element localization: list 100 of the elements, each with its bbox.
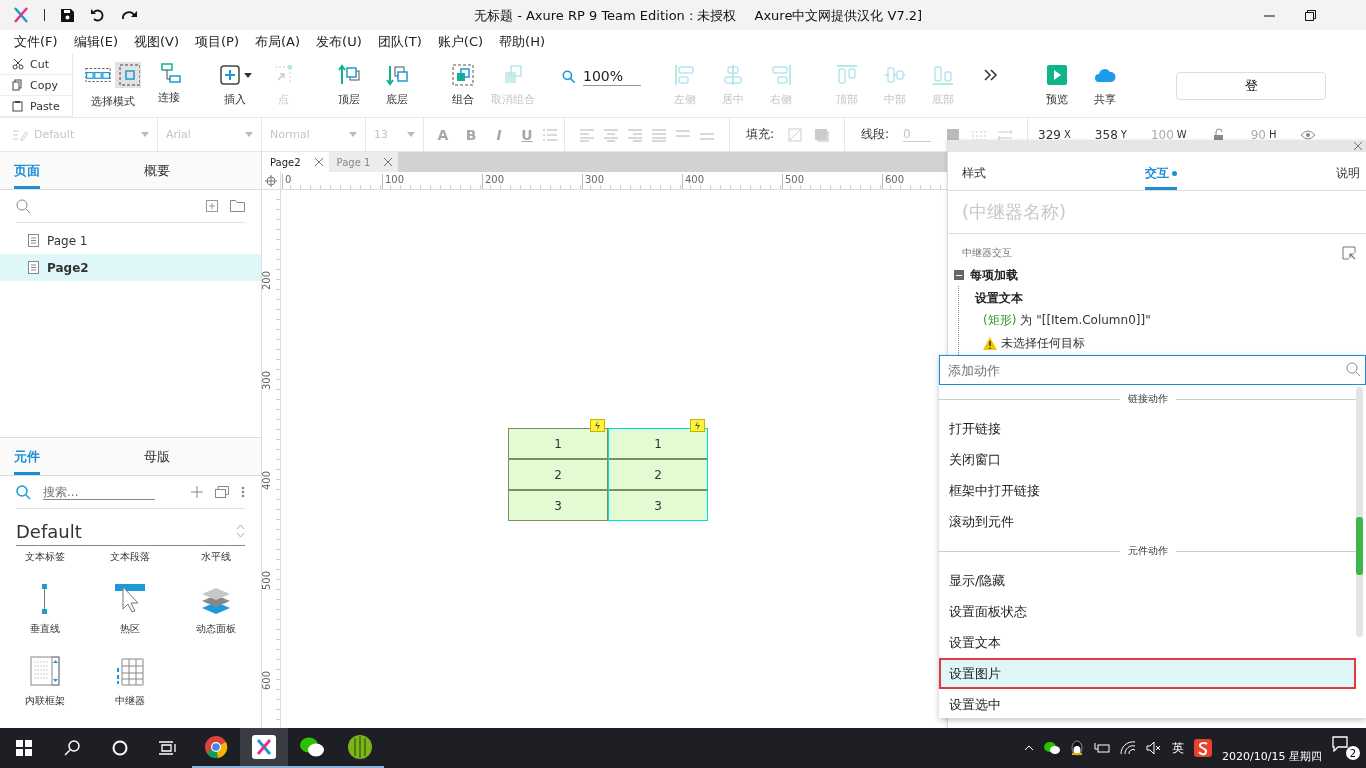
menu-item[interactable]: 发布(U) [308,33,370,51]
scrollbar-thumb[interactable] [1356,517,1363,575]
coordinate-label: H [1268,129,1277,140]
widget-item[interactable]: 文本标签 [2,546,88,570]
login-button[interactable]: 登 [1176,71,1326,100]
close-icon[interactable] [384,158,393,166]
ruler-label: 0 [282,174,292,189]
save-icon[interactable] [61,8,74,22]
panel-tab[interactable]: 概要 [130,152,260,189]
coordinate-field[interactable]: 358 [1094,127,1118,142]
widget-item[interactable]: 垂直线 [2,570,88,642]
taskbar-app[interactable] [240,728,288,768]
widget-item[interactable]: 水平线 [173,546,259,570]
repeater-item[interactable]: 1 2 3 [608,428,708,521]
search-icon [64,740,80,756]
coordinate-label: W [1176,129,1187,140]
action-menu-item[interactable]: 框架中打开链接 [939,475,1356,506]
search-field[interactable]: 搜索... [43,484,155,500]
chat-bubbles-icon[interactable] [1044,741,1061,755]
clipboard-button[interactable]: Copy [0,75,72,96]
widget-item[interactable]: 热区 [87,570,174,642]
page-item[interactable]: Page 1 [0,227,261,254]
toolbar-button[interactable]: 插入 [213,60,257,111]
page-item[interactable]: Page2 [0,254,261,281]
search-icon [16,484,31,500]
stroke-label: 线段: [861,126,890,143]
toolbar-button[interactable]: 连接 [147,58,191,113]
library-dropdown[interactable]: Default [16,517,245,546]
scrollbar-track[interactable] [1356,387,1363,637]
repeater-item[interactable]: 1 2 3 [508,428,608,521]
grid-table-icon [116,658,145,686]
page-tab[interactable]: Page2 [262,152,329,172]
toolbar-button[interactable]: 预览 [1035,60,1080,111]
chevron-up-icon[interactable] [1024,745,1035,751]
align-top-icon [835,64,860,86]
menu-item[interactable]: 编辑(E) [65,33,126,51]
action-menu-item[interactable]: 滚动到元件 [939,506,1356,537]
volume-muted-icon[interactable] [1146,741,1163,755]
toolbar-button[interactable]: 组合 [441,60,485,111]
circle-icon [112,740,128,756]
panel-tab[interactable]: 母版 [130,438,260,475]
ruler-label: 500 [782,174,805,189]
panel-tab[interactable]: 页面 [0,152,130,189]
zoom-dropdown[interactable]: 100% [583,67,642,86]
widget-item[interactable]: 中继器 [87,642,174,714]
action-menu-item[interactable]: 打开链接 [939,413,1356,444]
menu-item[interactable]: 项目(P) [187,33,247,51]
justify-icon [651,127,667,142]
ruler-label: 500 [261,570,273,591]
menu-item[interactable]: 账户(C) [429,33,492,51]
search-field[interactable]: 添加动作 [939,355,1366,385]
menu-item[interactable]: 布局(A) [247,33,309,51]
action-menu-item[interactable]: 设置图片 [939,658,1356,689]
action-menu-item[interactable]: 设置面板状态 [939,596,1356,627]
menu-item[interactable]: 帮助(H) [491,33,553,51]
folder-icon[interactable] [230,200,245,212]
clipboard-button[interactable]: Cut [0,54,72,75]
coordinate-field[interactable]: 329 [1038,127,1061,142]
toolbar-button[interactable]: 顶层 [327,60,371,111]
more-icon[interactable] [241,486,245,498]
widget-item[interactable]: 文本段落 [87,546,174,570]
hotspot-icon [115,584,146,614]
widget-item[interactable]: 动态面板 [173,570,259,642]
ruler-label: 600 [882,174,905,189]
lightning-badge-icon [590,419,605,432]
input-language[interactable]: 英 [1172,739,1185,757]
action-menu-item[interactable]: 设置选中 [939,689,1356,718]
wifi-icon[interactable] [1120,741,1137,755]
close-icon[interactable] [1354,142,1362,150]
widget-item[interactable]: 内联框架 [2,642,88,714]
action-menu-item[interactable]: 关闭窗口 [939,444,1356,475]
ruler-label: 600 [261,670,273,691]
menu-item[interactable]: 文件(F) [6,33,66,51]
inspector-tab[interactable]: 样式 [962,165,986,190]
action-menu-item[interactable]: 显示/隐藏 [939,565,1356,596]
collapse-toggle[interactable] [954,270,964,280]
toolbar-button[interactable]: 底层 [375,60,419,111]
add-page-icon[interactable] [206,200,218,212]
close-icon[interactable] [314,158,323,166]
undo-icon[interactable] [90,8,106,22]
inspector-tab[interactable]: 说明 [1336,165,1360,190]
input-method-icon[interactable] [1194,739,1213,757]
event-label[interactable]: 每项加载 [970,266,1018,284]
x-logo-icon[interactable] [14,7,28,23]
notification-button[interactable]: 2 [1332,736,1360,760]
action-menu-item[interactable]: 设置文本 [939,627,1356,658]
battery-icon[interactable] [1094,742,1111,754]
collapse-icon[interactable] [1342,246,1356,260]
windows-icon[interactable] [215,486,229,498]
menu-item[interactable]: 团队(T) [369,33,430,51]
restore-icon[interactable] [1305,9,1316,21]
toolbar-button[interactable]: 共享 [1083,60,1128,111]
clock-date[interactable]: 2020/10/15 星期四 [1222,732,1322,764]
inspector-tab[interactable]: 交互 [1145,165,1177,190]
penguin-icon[interactable] [1070,740,1085,756]
menu-item[interactable]: 视图(V) [126,33,188,51]
clipboard-button[interactable]: Paste [0,96,72,117]
action-label[interactable]: 设置文本 [975,286,1366,310]
task-view-icon [159,741,177,755]
redo-icon[interactable] [122,9,138,21]
